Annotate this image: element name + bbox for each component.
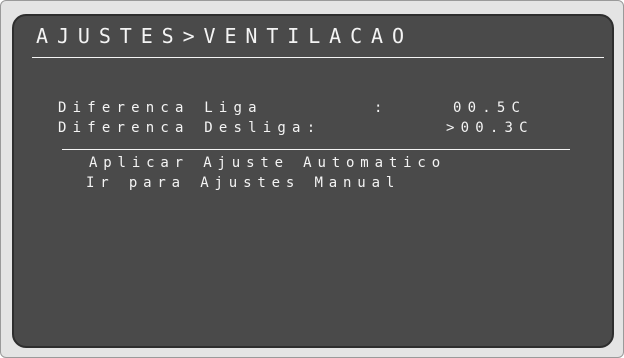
- screen-title: AJUSTES>VENTILACAO: [36, 24, 413, 48]
- param-diferenca-liga-label: Diferenca Liga: [58, 100, 263, 116]
- param-diferenca-liga-separator: :: [374, 100, 389, 116]
- param-diferenca-liga-value[interactable]: 00.5C: [453, 101, 526, 115]
- param-diferenca-desliga-label: Diferenca Desliga:: [58, 120, 322, 136]
- menu-item-ajustes-manual[interactable]: Ir para Ajustes Manual: [86, 176, 400, 190]
- title-divider: [32, 57, 604, 58]
- param-diferenca-desliga-value[interactable]: >00.3C: [446, 121, 534, 135]
- menu-divider: [62, 149, 570, 150]
- device-bezel: AJUSTES>VENTILACAO Diferenca Liga : 00.5…: [0, 0, 624, 358]
- lcd-screen: AJUSTES>VENTILACAO Diferenca Liga : 00.5…: [12, 14, 614, 348]
- menu-item-ajuste-automatico[interactable]: Aplicar Ajuste Automatico: [89, 156, 446, 170]
